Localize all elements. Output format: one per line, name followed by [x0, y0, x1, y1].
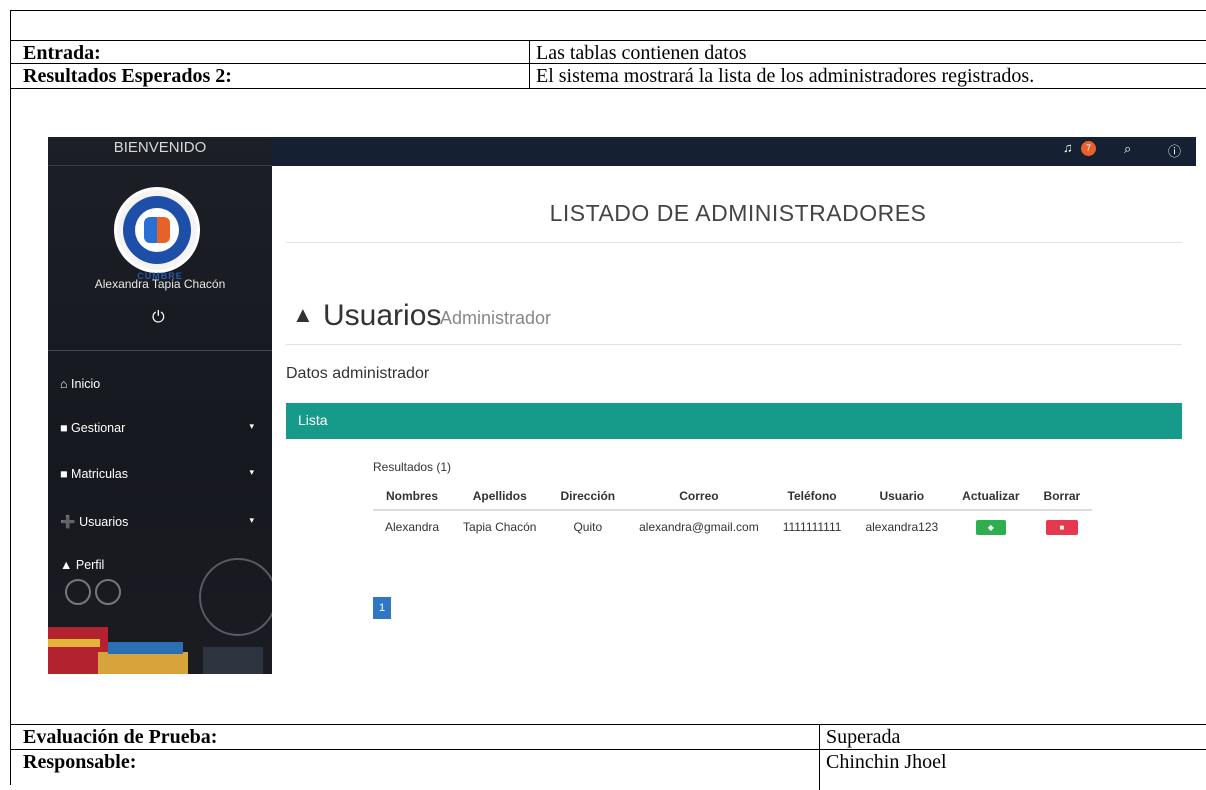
search-icon[interactable]: ⌕ [1124, 141, 1131, 157]
responsable-label: Responsable: [23, 751, 137, 773]
page-title: LISTADO DE ADMINISTRADORES [549, 200, 927, 226]
sidebar-item-usuarios[interactable]: ➕ Usuarios ▾ [60, 515, 260, 530]
col-header: Teléfono [770, 482, 854, 511]
entrada-row: Entrada: Las tablas contienen datos [11, 41, 1206, 64]
cell-borrar: ■ [1032, 510, 1093, 539]
decorative-school-illustration [48, 558, 272, 674]
pagination-page-1[interactable]: 1 [373, 597, 391, 619]
cell-nombres: Alexandra [385, 520, 440, 534]
users-icon: ➕ [60, 515, 76, 529]
responsable-value: Chinchin Jhoel [826, 751, 947, 773]
table-header-row: Nombres Apellidos Dirección Correo Teléf… [373, 482, 1093, 511]
sidebar-user-name: Alexandra Tapia Chacón [94, 277, 226, 291]
delete-button[interactable]: ■ [1045, 520, 1078, 535]
admins-table: Nombres Apellidos Dirección Correo Teléf… [373, 482, 1093, 539]
sidebar-item-inicio[interactable]: ⌂ Inicio [60, 377, 260, 391]
sidebar: BIENVENIDO CUMBRE Alexandra Tapia Chacón… [48, 137, 272, 674]
top-navbar [272, 137, 1196, 166]
update-button[interactable]: ◆ [975, 520, 1006, 535]
resultados-row: Resultados Esperados 2: El sistema mostr… [11, 64, 1206, 89]
home-icon: ⌂ [60, 377, 68, 391]
evaluacion-label: Evaluación de Prueba: [23, 726, 218, 748]
chevron-down-icon: ▾ [249, 421, 254, 431]
sidebar-welcome: BIENVENIDO [48, 137, 272, 166]
col-header: Correo [627, 482, 771, 511]
bell-icon[interactable]: ♫ [1063, 140, 1073, 155]
cell-actualizar: ◆ [950, 510, 1031, 539]
power-icon[interactable]: ⏻ [152, 309, 165, 327]
resultados-label: Resultados Esperados 2: [23, 65, 232, 87]
empty-header-row [11, 11, 1206, 41]
section-subtitle: Administrador [440, 308, 552, 328]
sidebar-item-label: Gestionar [71, 421, 126, 435]
cell-correo: alexandra@gmail.com [639, 520, 759, 534]
results-count: Resultados (1) [373, 460, 452, 474]
col-header: Nombres [373, 482, 452, 511]
list-panel-header: Lista [286, 403, 1182, 439]
sidebar-item-matriculas[interactable]: ■ Matriculas ▾ [60, 467, 260, 481]
chevron-down-icon: ▾ [249, 515, 254, 525]
evaluacion-value: Superada [826, 726, 901, 748]
chevron-down-icon: ▾ [249, 467, 254, 477]
briefcase-icon: ■ [60, 421, 68, 435]
user-icon: ▲ [292, 302, 314, 327]
col-header: Dirección [548, 482, 628, 511]
datos-heading: Datos administrador [286, 365, 430, 382]
app-screenshot: BIENVENIDO CUMBRE Alexandra Tapia Chacón… [48, 137, 1196, 674]
col-header: Actualizar [950, 482, 1032, 511]
book-icon: ■ [60, 467, 68, 481]
help-icon[interactable]: ⓘ [1168, 141, 1181, 160]
sidebar-item-label: Matriculas [71, 467, 129, 481]
list-panel-label: Lista [298, 412, 328, 428]
sidebar-item-gestionar[interactable]: ■ Gestionar ▾ [60, 421, 260, 435]
cell-usuario: alexandra123 [865, 520, 939, 534]
school-logo [114, 187, 200, 273]
col-header: Borrar [1031, 482, 1093, 511]
entrada-value: Las tablas contienen datos [536, 42, 747, 63]
col-header: Usuario [853, 482, 951, 511]
sidebar-item-label: Usuarios [79, 515, 129, 529]
notification-badge: 7 [1081, 141, 1096, 156]
evaluacion-row: Evaluación de Prueba: Superada [11, 725, 1206, 750]
section-title: Usuarios [323, 299, 442, 332]
cell-direccion: Quito [573, 520, 603, 534]
entrada-label: Entrada: [23, 42, 101, 63]
cell-telefono: 1111111111 [782, 520, 842, 534]
cell-apellidos: Tapia Chacón [463, 520, 537, 534]
responsable-row: Responsable: Chinchin Jhoel [11, 750, 1206, 790]
col-header: Apellidos [451, 482, 549, 511]
sidebar-item-label: Inicio [71, 377, 101, 391]
table-row: Alexandra Tapia Chacón Quito alexandra@g… [373, 510, 1092, 539]
resultados-value: El sistema mostrará la lista de los admi… [536, 65, 1035, 87]
